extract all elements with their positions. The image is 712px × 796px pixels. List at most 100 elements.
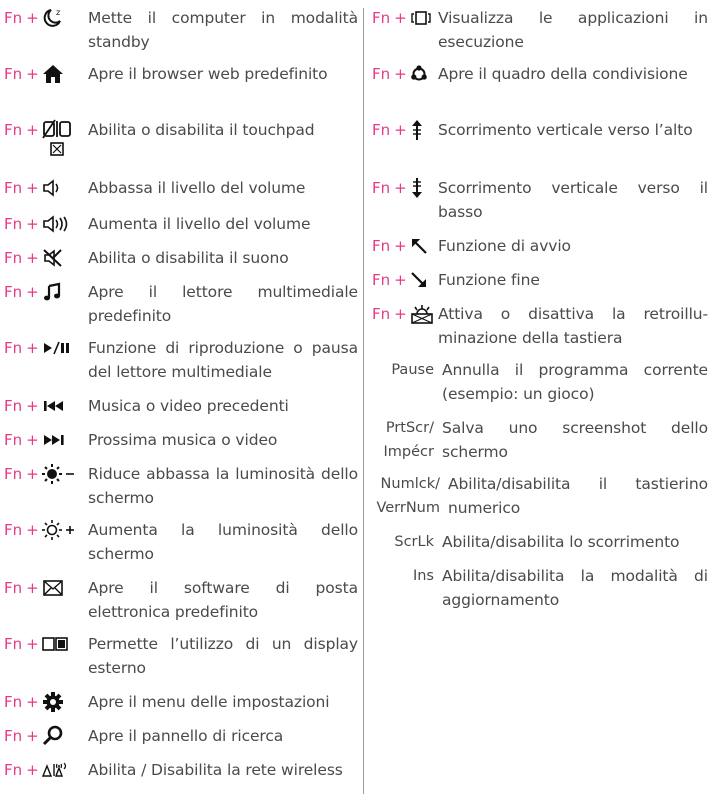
plus-sign: + xyxy=(394,305,407,323)
fn-key-label: Fn xyxy=(4,65,23,83)
shortcut-description: Apre il software di posta elettronica pr… xyxy=(88,579,358,621)
shortcut-row: Fn + Abilita o disabilita il suono xyxy=(4,246,358,270)
plus-sign: + xyxy=(26,121,39,139)
fn-key-label: Fn xyxy=(4,397,23,415)
fn-key-label: Fn xyxy=(372,9,391,27)
shortcut-row: Fn + Abilita / Disabilita la rete wirele… xyxy=(4,758,358,782)
fn-key-label: Fn xyxy=(4,215,23,233)
shortcut-row: Fn + Riduce abbassa la luminosità dello … xyxy=(4,462,358,510)
home-icon xyxy=(42,62,64,86)
key-combo: Fn + xyxy=(4,428,88,452)
key-combo: Fn + xyxy=(372,268,438,292)
shortcut-row: Numlck/ VerrNum Abilita/disabilita il ta… xyxy=(372,472,708,520)
shortcut-row: Fn + Apre il browser web predefinito xyxy=(4,62,358,86)
key-combo: Fn + xyxy=(372,118,438,142)
key-combo: Fn + xyxy=(372,176,438,200)
plus-sign: + xyxy=(26,179,39,197)
shortcut-description: Abilita/disabilita la modalità di aggior… xyxy=(442,567,708,609)
fn-key-label: Fn xyxy=(372,179,391,197)
settings-gear-icon xyxy=(42,690,64,714)
plus-sign: + xyxy=(26,9,39,27)
key-combo: Fn + xyxy=(4,336,88,360)
key-combo: Fn + xyxy=(4,518,88,542)
fn-key-label: Fn xyxy=(4,179,23,197)
shortcut-description: Abbassa il livello del volume xyxy=(88,179,306,197)
shortcut-description: Scorrimento verticale verso il basso xyxy=(438,179,708,221)
music-note-icon xyxy=(42,280,64,304)
key-combo: Fn + xyxy=(4,724,88,748)
wireless-icon xyxy=(41,758,72,782)
shortcut-description: Abilita / Disabilita la rete wireless xyxy=(88,761,343,779)
shortcut-row: Fn + Apre il pannello di ricerca xyxy=(4,724,358,748)
plus-sign: + xyxy=(26,283,39,301)
shortcut-row: Fn + Apre il menu delle impostazioni xyxy=(4,690,358,714)
plus-sign: + xyxy=(394,237,407,255)
key-combo: Fn + xyxy=(4,690,88,714)
fn-key-label: Fn xyxy=(4,249,23,267)
shortcut-description: Riduce abbassa la luminosità dello scher… xyxy=(88,465,358,507)
plus-sign: + xyxy=(26,579,39,597)
shortcut-row: Fn + Apre il quadro della condivisione xyxy=(372,62,708,86)
key-combo: Fn + xyxy=(4,212,88,236)
scroll-up-icon xyxy=(410,118,424,142)
plus-sign: + xyxy=(26,693,39,711)
fn-key-label: Fn xyxy=(4,521,23,539)
key-combo: Fn + xyxy=(4,758,88,782)
sleep-moon-icon: z xyxy=(42,6,64,30)
key-combo: Fn + xyxy=(372,6,438,30)
shortcut-row: Fn + Aumenta il livello del volume xyxy=(4,212,358,236)
shortcut-row: Fn + Abilita o disabilita il touchpad xyxy=(4,118,358,158)
plus-sign: + xyxy=(26,761,39,779)
end-arrow-icon xyxy=(410,268,428,292)
shortcut-row: Fn + Aumenta la luminosità dello schermo xyxy=(4,518,358,566)
key-combo: Fn + xyxy=(4,176,88,200)
plus-sign: + xyxy=(26,521,39,539)
key-label: Pause xyxy=(391,362,434,378)
brightness-down-icon xyxy=(41,462,76,486)
shortcut-description: Abilita/disabilita il tastierino numeric… xyxy=(448,475,708,517)
key-combo: Fn + z xyxy=(4,6,88,30)
shortcut-description: Apre il pannello di ricerca xyxy=(88,727,284,745)
fn-key-label: Fn xyxy=(372,271,391,289)
shortcut-row: Fn + Attiva o disattiva la retroillu-min… xyxy=(372,302,708,350)
scroll-down-icon xyxy=(410,176,424,200)
shortcut-row: Pause Annulla il programma corrente (ese… xyxy=(372,358,708,406)
shortcut-description: Musica o video precedenti xyxy=(88,397,289,415)
shortcut-description: Apre il quadro della condivisione xyxy=(438,65,688,83)
fn-key-label: Fn xyxy=(4,465,23,483)
shortcut-description: Abilita/disabilita lo scorrimento xyxy=(442,533,680,551)
shortcut-row: Fn + Funzione di riproduzione o pausa de… xyxy=(4,336,358,384)
shortcut-row: Fn + Abbassa il livello del volume xyxy=(4,176,358,200)
column-divider xyxy=(363,8,364,794)
fn-key-label: Fn xyxy=(4,339,23,357)
shortcut-row: Fn + Funzione di avvio xyxy=(372,234,708,258)
plus-sign: + xyxy=(394,179,407,197)
shortcut-description: Attiva o disattiva la retroillu-minazion… xyxy=(438,305,708,347)
fn-key-label: Fn xyxy=(4,761,23,779)
share-icon xyxy=(410,62,428,86)
key-label: Ins xyxy=(412,568,434,584)
key-combo: Fn + xyxy=(4,62,88,86)
shortcut-description: Mette il computer in modalità standby xyxy=(88,9,358,51)
plus-sign: + xyxy=(26,215,39,233)
shortcut-row: Fn + Musica o video precedenti xyxy=(4,394,358,418)
next-track-icon xyxy=(42,428,66,452)
shortcut-description: Abilita o disabilita il touchpad xyxy=(88,121,315,139)
fn-key-label: Fn xyxy=(372,65,391,83)
search-icon xyxy=(42,724,64,748)
key-combo: Fn + xyxy=(4,280,88,304)
shortcut-row: Fn + Visualizza le applicazioni in esecu… xyxy=(372,6,708,54)
keyboard-backlight-icon xyxy=(410,302,434,326)
key-label: ScrLk xyxy=(394,534,434,550)
key-combo: Fn + xyxy=(4,576,88,600)
shortcut-description: Funzione di riproduzione o pausa del let… xyxy=(88,339,358,381)
shortcut-description: Funzione fine xyxy=(438,271,540,289)
shortcut-row: Fn + Permette l’utilizzo di un display e… xyxy=(4,632,358,680)
key-combo: Fn + xyxy=(372,234,438,258)
fn-key-label: Fn xyxy=(4,283,23,301)
shortcut-description: Annulla il programma corrente (esempio: … xyxy=(442,361,708,403)
shortcut-description: Permette l’utilizzo di un display estern… xyxy=(88,635,358,677)
key-combo: Fn + xyxy=(4,246,88,270)
plus-sign: + xyxy=(394,121,407,139)
key-combo: Fn + xyxy=(4,394,88,418)
